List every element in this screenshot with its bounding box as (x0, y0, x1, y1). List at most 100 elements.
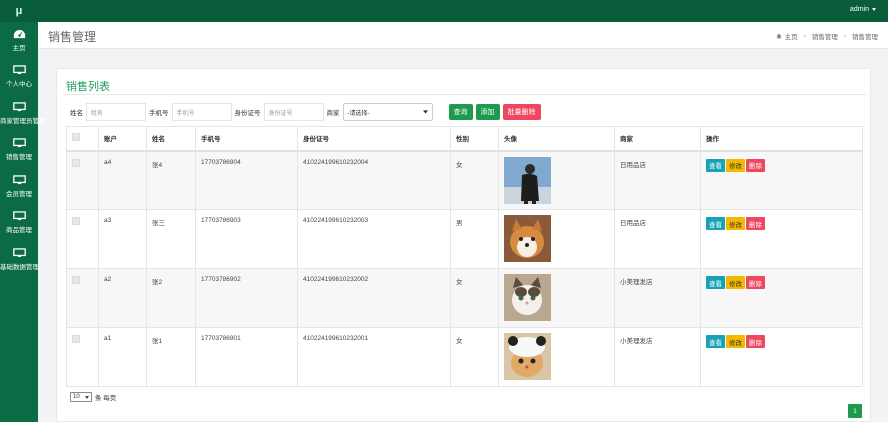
account-cell: a1 (98, 327, 147, 387)
view-button[interactable]: 查看 (706, 335, 725, 348)
chevron-down-icon (422, 110, 428, 114)
monitor-icon (12, 138, 26, 148)
add-button[interactable]: 添加 (475, 104, 500, 120)
filter-bar: 姓名 姓名 手机号 手机号 身份证号 身份证号 商家 -请选择- 查询 添加 批… (70, 102, 544, 122)
breadcrumb-item[interactable]: 销售管理 (812, 31, 838, 41)
sidebar-item-profile[interactable]: 个人中心 (0, 59, 38, 96)
column-header: 手机号 (195, 126, 298, 152)
sales-list-card: 销售列表 姓名 姓名 手机号 手机号 身份证号 身份证号 商家 -请选择- 查询… (56, 68, 871, 422)
name-cell: 张1 (146, 327, 196, 387)
account-cell: a3 (98, 209, 147, 269)
monitor-icon (12, 248, 26, 257)
idcard-search-input[interactable]: 身份证号 (263, 103, 324, 121)
select-all-checkbox[interactable] (72, 133, 80, 142)
sidebar-item-base-data[interactable]: 基础数据管理 (0, 241, 39, 278)
table-row: a4 张4 17703786904 410224199610232004 女 日… (66, 150, 863, 210)
edit-button[interactable]: 修改 (726, 217, 745, 230)
phone-search-input[interactable]: 手机号 (171, 103, 232, 121)
sidebar-item-merchant-admin[interactable]: 商家管理员管理 (0, 95, 46, 132)
query-button[interactable]: 查询 (448, 104, 473, 120)
delete-button[interactable]: 删除 (746, 158, 765, 172)
sidebar-item-label: 个人中心 (6, 81, 32, 89)
sidebar-item-label: 销售管理 (6, 154, 32, 162)
actions-cell: 查看 修改 删除 (700, 150, 863, 210)
account-cell: a2 (98, 268, 147, 328)
table-row: a3 张三 17703786903 410224199610232003 男 日… (66, 209, 863, 269)
sidebar-item-label: 会员管理 (6, 190, 32, 198)
name-cell: 张2 (146, 268, 196, 328)
gender-cell: 女 (450, 268, 499, 328)
user-menu[interactable]: admin (850, 6, 876, 13)
view-button[interactable]: 查看 (706, 217, 725, 230)
breadcrumb-current: 销售管理 (852, 34, 878, 41)
divider (63, 94, 866, 95)
breadcrumb: 主页 › 销售管理 › 销售管理 (776, 31, 878, 41)
merchant-cell: 小美理发店 (614, 268, 701, 328)
merchant-select-value: -请选择- (347, 110, 370, 117)
name-search-input[interactable]: 姓名 (86, 103, 146, 121)
edit-button[interactable]: 修改 (726, 335, 745, 348)
select-all-header (66, 126, 99, 152)
view-button[interactable]: 查看 (706, 158, 725, 172)
merchant-cell: 小美理发店 (614, 327, 701, 387)
edit-button[interactable]: 修改 (726, 158, 745, 172)
table-row: a2 张2 17703786902 410224199610232002 女 小… (66, 268, 863, 328)
chevron-down-icon (85, 395, 89, 399)
delete-button[interactable]: 删除 (746, 335, 765, 348)
row-checkbox[interactable] (72, 217, 80, 225)
breadcrumb-home[interactable]: 主页 (785, 31, 798, 41)
actions-cell: 查看 修改 删除 (700, 209, 863, 269)
chevron-right-icon: › (803, 32, 806, 40)
app-logo[interactable]: μ (0, 0, 38, 22)
merchant-select[interactable]: -请选择- (342, 103, 433, 121)
delete-button[interactable]: 删除 (746, 276, 765, 289)
avatar-cat-image (504, 274, 551, 321)
column-header: 身份证号 (297, 126, 451, 152)
merchant-cell: 日用品店 (614, 150, 701, 210)
home-icon (776, 33, 782, 39)
gender-cell: 女 (450, 150, 499, 210)
avatar-cell (498, 209, 615, 269)
idcard-cell: 410224199610232001 (297, 327, 451, 387)
page-size-select[interactable]: 10 (70, 392, 92, 402)
avatar-cat-hat-image (504, 333, 551, 380)
card-title: 销售列表 (66, 81, 110, 93)
name-cell: 张4 (146, 150, 196, 210)
table-row: a1 张1 17703786901 410224199610232001 女 小… (66, 327, 863, 387)
idcard-label: 身份证号 (234, 110, 261, 117)
column-header: 操作 (700, 126, 863, 152)
sidebar-item-sales[interactable]: 销售管理 (0, 132, 38, 169)
sidebar-item-members[interactable]: 会员管理 (0, 168, 38, 205)
column-header: 性别 (450, 126, 499, 152)
page-size-control: 10 条 每页 (70, 392, 116, 402)
phone-cell: 17703786902 (195, 268, 298, 328)
row-checkbox[interactable] (72, 335, 80, 343)
batch-delete-button[interactable]: 批量删除 (502, 104, 541, 120)
avatar-cell (498, 268, 615, 328)
page-header: 销售管理 主页 › 销售管理 › 销售管理 (38, 22, 888, 49)
row-checkbox[interactable] (72, 276, 80, 284)
view-button[interactable]: 查看 (706, 276, 725, 289)
avatar-cell (498, 327, 615, 387)
monitor-icon (12, 102, 26, 111)
sidebar-item-label: 商品管理 (6, 227, 32, 235)
row-select-cell (66, 268, 99, 328)
actions-cell: 查看 修改 删除 (700, 268, 863, 328)
edit-button[interactable]: 修改 (726, 276, 745, 289)
pagination-page-1[interactable]: 1 (848, 404, 862, 418)
phone-cell: 17703786903 (195, 209, 298, 269)
monitor-icon (12, 211, 26, 221)
page-size-value: 10 (73, 394, 80, 400)
name-label: 姓名 (70, 110, 83, 117)
column-header: 头像 (498, 126, 615, 152)
phone-cell: 17703786904 (195, 150, 298, 210)
username: admin (849, 6, 869, 13)
sidebar-item-products[interactable]: 商品管理 (0, 205, 38, 242)
sidebar-item-home[interactable]: 主页 (0, 22, 38, 59)
top-bar: μ admin (0, 0, 888, 22)
name-cell: 张三 (146, 209, 196, 269)
idcard-cell: 410224199610232002 (297, 268, 451, 328)
row-select-cell (66, 327, 99, 387)
delete-button[interactable]: 删除 (746, 217, 765, 230)
row-checkbox[interactable] (72, 158, 80, 167)
